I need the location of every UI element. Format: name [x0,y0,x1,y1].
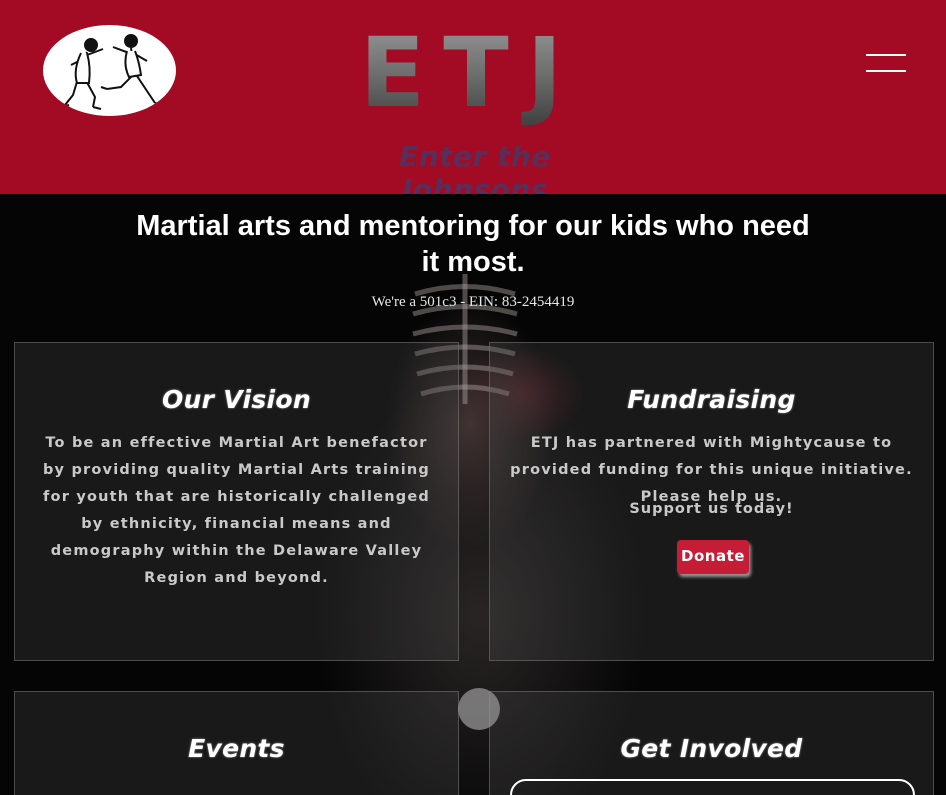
get-involved-title: Get Involved [620,734,803,763]
get-involved-card: Get Involved [489,691,934,795]
events-card: Events [14,691,459,795]
menu-line [866,70,906,72]
support-text: Support us today! [629,501,794,517]
brand-text: ETJ [360,18,580,129]
fundraising-title: Fundraising [627,385,796,414]
page: ETJ Enter the Johnsons Martial arts and … [0,0,946,795]
hamburger-menu-icon[interactable] [866,52,906,76]
vision-body: To be an effective Martial Art benefacto… [42,435,431,586]
donate-button[interactable]: Donate [677,540,749,574]
fundraising-card: Fundraising ETJ has partnered with Might… [489,342,934,661]
vision-title: Our Vision [162,385,311,414]
events-title: Events [188,734,285,763]
menu-line [866,54,906,56]
brand-logo[interactable]: ETJ [360,18,580,138]
site-header: ETJ Enter the Johnsons [0,0,946,206]
hero-headline: Martial arts and mentoring for our kids … [136,210,810,278]
fundraising-body: ETJ has partnered with Mightycause to pr… [510,435,913,505]
scroll-handle[interactable] [458,688,500,730]
martial-artists-sparring-icon [60,34,164,110]
etj-wordmark: ETJ [360,18,580,129]
vision-card: Our Vision To be an effective Martial Ar… [14,342,459,661]
logo[interactable] [43,25,176,116]
get-involved-field[interactable] [510,779,915,795]
ein-line: We're a 501c3 - EIN: 83-2454419 [371,294,575,310]
